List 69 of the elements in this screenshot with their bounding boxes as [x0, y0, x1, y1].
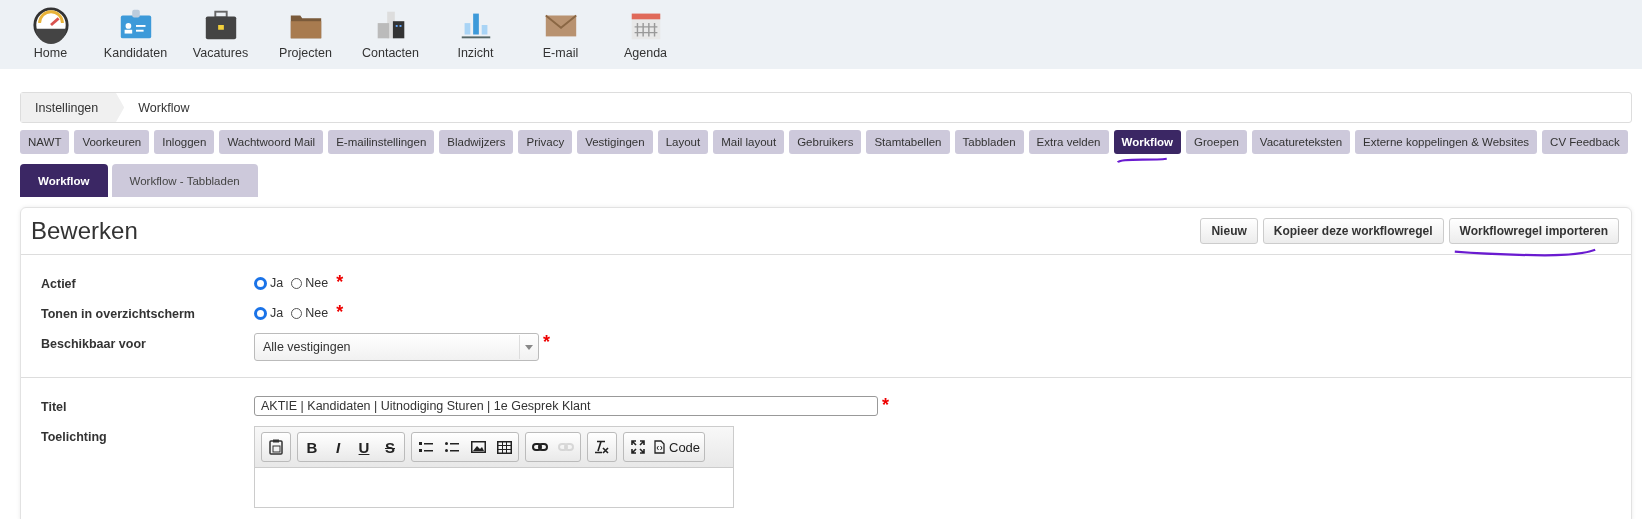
bold-button[interactable]: B: [299, 434, 325, 460]
settings-tab[interactable]: NAWT: [20, 130, 70, 154]
field-label: Actief: [41, 276, 77, 293]
nav-item[interactable]: Contacten: [348, 6, 433, 69]
clipboard-icon: [269, 439, 283, 455]
settings-tab[interactable]: Workflow: [1113, 130, 1182, 154]
nav-item[interactable]: Kandidaten: [93, 6, 178, 69]
sub-tab[interactable]: Workflow: [20, 164, 108, 197]
panel-title: Bewerken: [31, 217, 138, 245]
image-icon: [470, 441, 486, 453]
settings-tab[interactable]: E-mailinstellingen: [328, 130, 435, 154]
required-asterisk: *: [336, 303, 344, 321]
field-label: Beschikbaar voor: [41, 336, 147, 353]
nav-item[interactable]: Agenda: [603, 6, 688, 69]
settings-tab[interactable]: Voorkeuren: [74, 130, 150, 154]
settings-tab[interactable]: Vacatureteksten: [1251, 130, 1351, 154]
settings-tab[interactable]: Privacy: [518, 130, 573, 154]
table-icon: [496, 440, 512, 454]
action-button[interactable]: Workflowregel importeren: [1448, 218, 1619, 244]
radio-label: Nee: [305, 306, 329, 320]
settings-tab[interactable]: Externe koppelingen & Websites: [1355, 130, 1538, 154]
required-asterisk: *: [882, 396, 889, 414]
title-input[interactable]: AKTIE | Kandidaten | Uitnodiging Sturen | 1e Gesprek Klant: [254, 396, 878, 416]
radio-label: Ja: [270, 276, 284, 290]
settings-tab[interactable]: Extra velden: [1028, 130, 1109, 154]
settings-tab[interactable]: Mail layout: [713, 130, 785, 154]
settings-tab[interactable]: Vestigingen: [577, 130, 653, 154]
nav-item[interactable]: Home: [8, 6, 93, 69]
source-button[interactable]: Code: [651, 434, 704, 460]
settings-tab[interactable]: Groepen: [1186, 130, 1247, 154]
italic-button[interactable]: I: [325, 434, 351, 460]
breadcrumb-item[interactable]: Instellingen: [21, 93, 125, 122]
nav-item[interactable]: E-mail: [518, 6, 603, 69]
settings-tab[interactable]: CV Feedback: [1542, 130, 1628, 154]
settings-tab[interactable]: Tabbladen: [954, 130, 1024, 154]
radio-label: Ja: [270, 306, 284, 320]
required-asterisk: *: [543, 333, 550, 351]
caret-icon: [525, 344, 533, 350]
action-button[interactable]: Nieuw: [1200, 218, 1258, 244]
settings-tab[interactable]: Bladwijzers: [439, 130, 514, 154]
field-label: Toelichting: [41, 429, 108, 446]
document-icon: [654, 440, 665, 454]
breadcrumb-item[interactable]: Workflow: [124, 93, 204, 122]
clear-format-icon: [595, 440, 609, 454]
field-label: Titel: [41, 399, 68, 416]
action-button[interactable]: Kopieer deze workflowregel: [1262, 218, 1444, 244]
maximize-icon: [631, 440, 645, 454]
radio-label: Nee: [305, 276, 329, 290]
list-icon: [445, 441, 459, 453]
link-icon: [558, 442, 574, 452]
underline-button[interactable]: U: [351, 434, 377, 460]
link-icon: [532, 442, 548, 452]
settings-tab[interactable]: Layout: [657, 130, 709, 154]
settings-tab[interactable]: Gebruikers: [789, 130, 862, 154]
nav-item[interactable]: Projecten: [263, 6, 348, 69]
nav-item[interactable]: Inzicht: [433, 6, 518, 69]
required-asterisk: *: [336, 273, 344, 291]
settings-tab[interactable]: Wachtwoord Mail: [219, 130, 324, 154]
field-label: Tonen in overzichtscherm: [41, 306, 196, 323]
sub-tab[interactable]: Workflow - Tabbladen: [111, 164, 258, 197]
nav-item[interactable]: Vacatures: [178, 6, 263, 69]
radio-button[interactable]: [254, 306, 267, 320]
dropdown[interactable]: Alle vestigingen: [254, 333, 539, 361]
strike-button[interactable]: S: [377, 434, 403, 460]
settings-tab[interactable]: Inloggen: [154, 130, 215, 154]
list-icon: [419, 441, 433, 453]
radio-button[interactable]: [254, 276, 267, 290]
settings-tab[interactable]: Stamtabellen: [866, 130, 950, 154]
gauge-icon: [31, 6, 70, 44]
